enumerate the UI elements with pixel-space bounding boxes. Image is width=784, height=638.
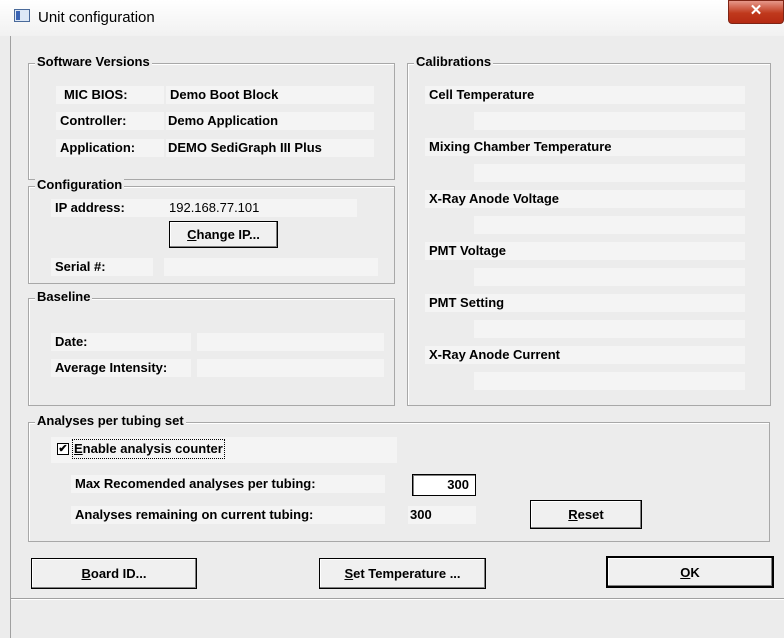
calibration-value-pmt-voltage xyxy=(474,268,745,286)
change-ip-button[interactable]: Change IP... xyxy=(169,221,278,248)
close-icon: ✕ xyxy=(749,2,763,19)
software-versions-title: Software Versions xyxy=(35,54,152,69)
calibration-value-cell-temperature xyxy=(474,112,745,130)
baseline-date-label: Date: xyxy=(51,333,191,351)
analyses-per-tubing-group: Analyses per tubing set ✔ Enable analysi… xyxy=(28,413,770,542)
mic-bios-label: MIC BIOS: xyxy=(56,86,164,104)
calibration-label-mixing-chamber-temperature: Mixing Chamber Temperature xyxy=(425,138,745,156)
ip-address-value: 192.168.77.101 xyxy=(165,199,357,217)
calibration-label-pmt-setting: PMT Setting xyxy=(425,294,745,312)
analyses-remaining-value: 300 xyxy=(408,506,476,524)
application-value: DEMO SediGraph III Plus xyxy=(166,139,374,157)
calibration-label-x-ray-anode-voltage: X-Ray Anode Voltage xyxy=(425,190,745,208)
app-window-icon xyxy=(14,9,30,22)
calibration-value-pmt-setting xyxy=(474,320,745,338)
calibration-value-x-ray-anode-current xyxy=(474,372,745,390)
enable-analysis-counter-checkbox[interactable]: ✔ Enable analysis counter xyxy=(51,437,397,463)
max-recommended-input[interactable]: 300 xyxy=(412,474,476,496)
baseline-group: Baseline Date: Average Intensity: xyxy=(28,289,395,406)
calibration-value-x-ray-anode-voltage xyxy=(474,216,745,234)
calibrations-group: Calibrations Cell Temperature Mixing Cha… xyxy=(407,54,771,406)
mic-bios-value: Demo Boot Block xyxy=(166,86,374,104)
serial-number-label: Serial #: xyxy=(51,258,153,276)
window-title: Unit configuration xyxy=(38,9,155,26)
reset-button[interactable]: Reset xyxy=(530,500,642,529)
application-label: Application: xyxy=(56,139,164,157)
calibration-label-pmt-voltage: PMT Voltage xyxy=(425,242,745,260)
ip-address-label: IP address: xyxy=(51,199,165,217)
controller-label: Controller: xyxy=(56,112,164,130)
set-temperature-button[interactable]: Set Temperature ... xyxy=(319,558,486,589)
average-intensity-value xyxy=(197,359,384,377)
unit-configuration-dialog: Unit configuration ✕ Software Versions M… xyxy=(0,0,784,638)
title-bar[interactable]: Unit configuration ✕ xyxy=(0,0,784,36)
configuration-title: Configuration xyxy=(35,177,125,192)
baseline-date-value xyxy=(197,333,384,351)
close-button[interactable]: ✕ xyxy=(728,0,784,24)
configuration-group: Configuration IP address: 192.168.77.101… xyxy=(28,177,395,284)
analyses-title: Analyses per tubing set xyxy=(35,413,186,428)
ok-button[interactable]: OK xyxy=(606,556,774,588)
baseline-title: Baseline xyxy=(35,289,93,304)
software-versions-group: Software Versions MIC BIOS: Demo Boot Bl… xyxy=(28,54,395,180)
calibration-label-cell-temperature: Cell Temperature xyxy=(425,86,745,104)
calibration-value-mixing-chamber-temperature xyxy=(474,164,745,182)
enable-analysis-counter-label: Enable analysis counter xyxy=(72,439,225,459)
calibration-label-x-ray-anode-current: X-Ray Anode Current xyxy=(425,346,745,364)
max-recommended-label: Max Recomended analyses per tubing: xyxy=(71,475,385,493)
status-bar xyxy=(11,598,784,638)
controller-value: Demo Application xyxy=(166,112,374,130)
checkbox-checked-icon: ✔ xyxy=(57,443,69,455)
analyses-remaining-label: Analyses remaining on current tubing: xyxy=(71,506,385,524)
dialog-body: Software Versions MIC BIOS: Demo Boot Bl… xyxy=(10,36,784,638)
board-id-button[interactable]: Board ID... xyxy=(31,558,197,589)
calibrations-title: Calibrations xyxy=(414,54,494,69)
serial-number-value xyxy=(164,258,378,276)
average-intensity-label: Average Intensity: xyxy=(51,359,191,377)
